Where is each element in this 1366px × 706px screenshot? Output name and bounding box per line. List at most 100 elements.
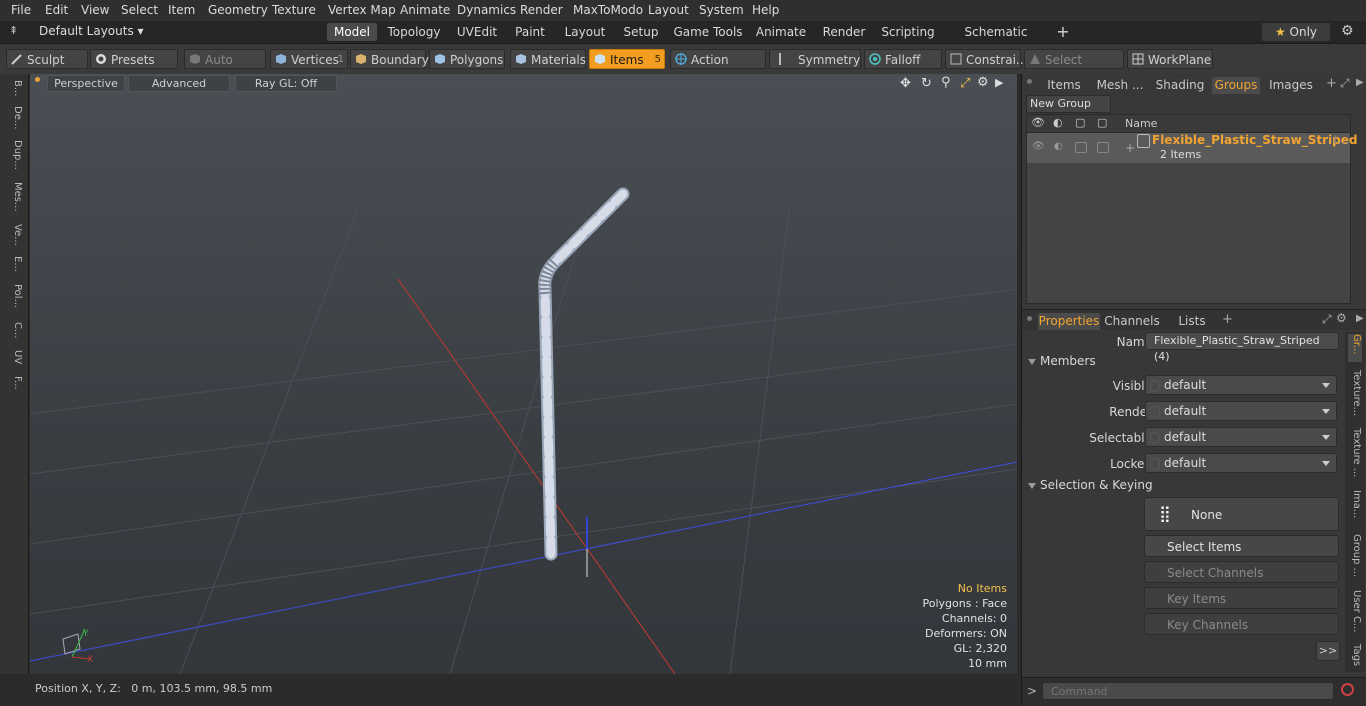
side-tab-tags[interactable]: Tags (1348, 644, 1362, 672)
move-view-icon[interactable]: ✥ (900, 76, 911, 91)
tab-render[interactable]: Render (818, 23, 870, 41)
select-channels-button[interactable]: Select Channels (1144, 561, 1339, 583)
perspective-button[interactable]: Perspective (47, 75, 125, 92)
tool-tab-dup[interactable]: Dup... (3, 140, 23, 170)
select-items-button[interactable]: Select Items (1144, 535, 1339, 557)
collapse-icon[interactable]: ⇞ (9, 24, 18, 37)
side-tab-image[interactable]: Ima... (1348, 490, 1362, 526)
props-maximize-icon[interactable]: ⤢ (1322, 312, 1332, 327)
side-tab-user-channels[interactable]: User C... (1348, 590, 1362, 636)
selection-keying-section[interactable]: Selection & Keying (1026, 478, 1356, 496)
falloff-button[interactable]: Falloff (864, 49, 942, 69)
presets-button[interactable]: Presets (90, 49, 178, 69)
sculpt-button[interactable]: Sculpt (6, 49, 88, 69)
menu-system[interactable]: System (699, 3, 744, 17)
panel-dot-icon[interactable] (1027, 79, 1032, 84)
zoom-view-icon[interactable]: ⚲ (941, 75, 951, 90)
new-group-button[interactable]: New Group (1026, 95, 1111, 113)
menu-file[interactable]: File (11, 3, 31, 17)
menu-texture[interactable]: Texture (272, 3, 316, 17)
tool-tab-e[interactable]: E... (3, 256, 23, 272)
tool-tab-f[interactable]: F... (3, 376, 23, 390)
symmetry-button[interactable]: Symmetry (769, 49, 861, 69)
tab-topology[interactable]: Topology (385, 23, 443, 41)
menu-view[interactable]: View (81, 3, 109, 17)
menu-edit[interactable]: Edit (45, 3, 68, 17)
group-row[interactable]: 👁 ◐ + Flexible_Plastic_Straw_Striped (..… (1027, 133, 1357, 163)
group-visible-icon[interactable]: 👁 (1032, 141, 1045, 152)
items-button[interactable]: Items 5 (589, 49, 665, 69)
expand-group-icon[interactable]: + (1125, 141, 1135, 155)
menu-select[interactable]: Select (121, 3, 158, 17)
tab-layout[interactable]: Layout (559, 23, 611, 41)
props-dot-icon[interactable] (1027, 316, 1032, 321)
tab-mesh[interactable]: Mesh ... (1094, 77, 1146, 94)
tool-tab-c[interactable]: C... (3, 322, 23, 339)
tab-lists[interactable]: Lists (1164, 313, 1220, 330)
command-input[interactable] (1042, 682, 1334, 700)
menu-animate[interactable]: Animate (400, 3, 450, 17)
3d-viewport[interactable]: Y X Perspective Advanced Ray GL: Off ✥ ↻… (30, 74, 1017, 674)
tool-tab-mes[interactable]: Mes... (3, 182, 23, 212)
tab-images[interactable]: Images (1265, 77, 1317, 94)
tab-game-tools[interactable]: Game Tools (672, 23, 744, 41)
only-toggle[interactable]: ★ Only (1262, 23, 1330, 41)
props-menu-icon[interactable]: ▶ (1356, 313, 1364, 324)
side-tab-group-2[interactable]: Group ... (1348, 534, 1362, 582)
side-tab-texture-1[interactable]: Texture... (1348, 370, 1362, 420)
props-settings-icon[interactable]: ⚙ (1336, 311, 1347, 325)
tab-animate[interactable]: Animate (752, 23, 810, 41)
add-props-tab-icon[interactable]: + (1222, 312, 1233, 327)
tab-paint[interactable]: Paint (510, 23, 550, 41)
selectable-dropdown[interactable]: default (1145, 427, 1337, 447)
key-items-button[interactable]: Key Items (1144, 587, 1339, 609)
constraints-button[interactable]: Constrai... (945, 49, 1027, 69)
workplane-button[interactable]: WorkPlane (1127, 49, 1213, 69)
panel-maximize-icon[interactable]: ⤢ (1340, 76, 1350, 91)
menu-layout[interactable]: Layout (648, 3, 689, 17)
tab-scripting[interactable]: Scripting (878, 23, 938, 41)
tab-setup[interactable]: Setup (619, 23, 663, 41)
record-icon[interactable] (1341, 683, 1354, 696)
members-section[interactable]: Members (1026, 354, 1356, 372)
menu-item[interactable]: Item (168, 3, 195, 17)
none-button[interactable]: ⣿ None (1144, 497, 1339, 531)
materials-button[interactable]: Materials (510, 49, 586, 69)
select-through-button[interactable]: Select Through (1024, 49, 1124, 87)
menu-vertex-map[interactable]: Vertex Map (328, 3, 396, 17)
boundary-button[interactable]: Boundary (350, 49, 429, 69)
menu-help[interactable]: Help (752, 3, 779, 17)
tool-tab-de[interactable]: De... (3, 106, 23, 129)
tab-schematic-fusion[interactable]: Schematic Fusion (946, 23, 1046, 57)
tool-tab-ve[interactable]: Ve... (3, 224, 23, 246)
key-channels-button[interactable]: Key Channels (1144, 613, 1339, 635)
view-settings-icon[interactable]: ⚙ (977, 75, 989, 90)
tab-channels[interactable]: Channels (1104, 313, 1160, 330)
tab-model[interactable]: Model (327, 23, 377, 41)
menu-maxtomodo[interactable]: MaxToModo (573, 3, 643, 17)
polygons-button[interactable]: Polygons (429, 49, 505, 69)
tool-tab-pol[interactable]: Pol... (3, 284, 23, 308)
vertices-button[interactable]: Vertices 1 (270, 49, 348, 69)
tab-groups[interactable]: Groups (1212, 77, 1260, 94)
viewport-dot-icon[interactable] (35, 77, 40, 82)
fit-view-icon[interactable]: ⤢ (960, 76, 970, 91)
visible-dropdown[interactable]: default (1145, 375, 1337, 395)
side-tab-texture-2[interactable]: Texture ... (1348, 428, 1362, 482)
add-panel-tab-icon[interactable]: + (1326, 76, 1337, 91)
tool-tab-uv[interactable]: UV (3, 350, 23, 364)
panel-menu-icon[interactable]: ▶ (1356, 77, 1364, 88)
auto-select-button[interactable]: Auto Select (184, 49, 266, 87)
side-tab-group[interactable]: Gr... (1348, 334, 1362, 362)
tab-items[interactable]: Items (1038, 77, 1090, 94)
render-dropdown[interactable]: default (1145, 401, 1337, 421)
tool-tab-b[interactable]: B... (3, 80, 23, 96)
group-lock-box[interactable] (1097, 142, 1109, 153)
more-button[interactable]: >> (1316, 641, 1340, 661)
view-expand-icon[interactable]: ▶ (995, 76, 1003, 89)
group-render-icon[interactable]: ◐ (1054, 141, 1063, 152)
layout-selector[interactable]: Default Layouts ▾ (39, 24, 144, 38)
menu-geometry[interactable]: Geometry (208, 3, 268, 17)
action-center-button[interactable]: Action Center (670, 49, 766, 87)
name-field[interactable]: Flexible_Plastic_Straw_Striped (4) (1145, 332, 1339, 363)
